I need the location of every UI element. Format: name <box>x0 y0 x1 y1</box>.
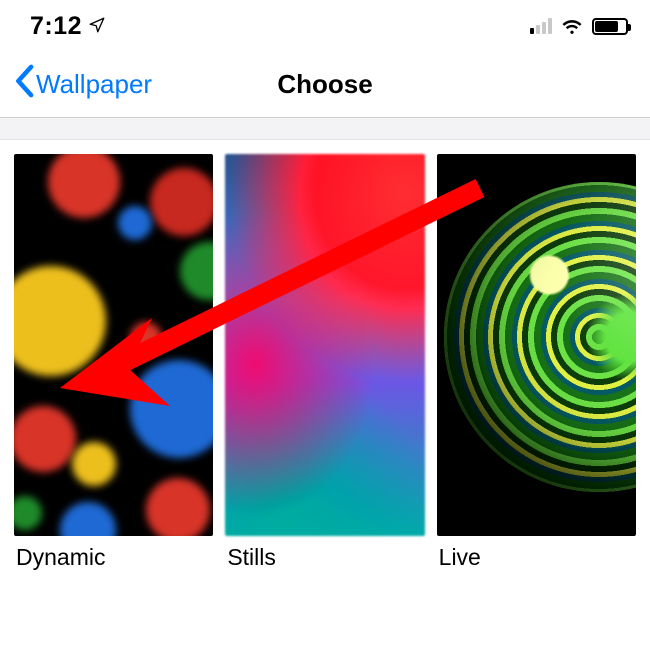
cell-signal-icon <box>530 18 552 34</box>
back-button[interactable]: Wallpaper <box>14 64 152 105</box>
wallpaper-category-stills[interactable]: Stills <box>225 154 424 571</box>
dynamic-thumbnail <box>14 154 213 536</box>
back-label: Wallpaper <box>36 69 152 100</box>
wifi-icon <box>560 14 584 38</box>
category-label: Live <box>437 544 636 571</box>
wallpaper-category-live[interactable]: Live <box>437 154 636 571</box>
status-right <box>530 14 628 38</box>
stills-thumbnail <box>225 154 424 536</box>
battery-icon <box>592 18 628 35</box>
chevron-left-icon <box>14 64 34 105</box>
status-time: 7:12 <box>30 12 82 41</box>
live-thumbnail <box>437 154 636 536</box>
section-gap <box>0 118 650 140</box>
location-arrow-icon <box>88 12 106 41</box>
category-label: Dynamic <box>14 544 213 571</box>
nav-bar: Wallpaper Choose <box>0 52 650 118</box>
status-time-group: 7:12 <box>30 12 106 41</box>
wallpaper-category-grid: Dynamic Stills Live <box>0 140 650 579</box>
category-label: Stills <box>225 544 424 571</box>
status-bar: 7:12 <box>0 0 650 52</box>
wallpaper-category-dynamic[interactable]: Dynamic <box>14 154 213 571</box>
